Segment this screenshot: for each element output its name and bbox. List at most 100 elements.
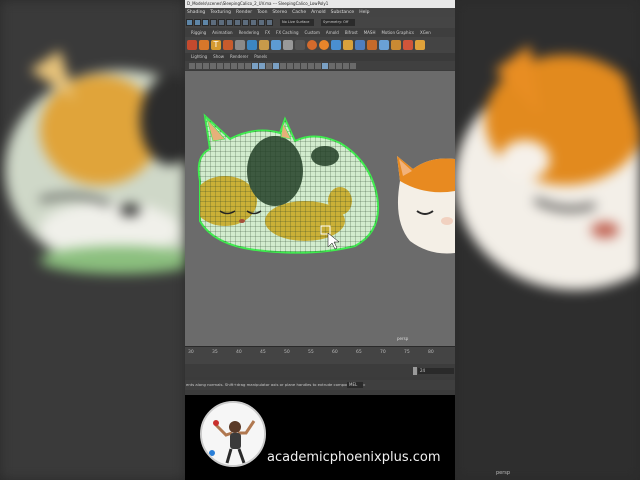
camera-icon[interactable] xyxy=(189,62,195,69)
timeline-label: 65 xyxy=(356,350,362,355)
menu-shading[interactable]: Shading xyxy=(187,8,205,17)
shelf-tab-rendering[interactable]: Rendering xyxy=(239,28,259,37)
isolate-select-icon[interactable] xyxy=(322,62,328,69)
shelf-tab-rigging[interactable]: Rigging xyxy=(191,28,206,37)
xray-icon[interactable] xyxy=(329,62,335,69)
shelf-tab-motion-graphics[interactable]: Motion Graphics xyxy=(381,28,414,37)
tool-curve-icon[interactable] xyxy=(187,40,197,50)
motion-blur-icon[interactable] xyxy=(308,62,314,69)
timeline-label: 80 xyxy=(428,350,434,355)
tool-separator-icon xyxy=(295,40,305,50)
default-material-icon[interactable] xyxy=(266,62,272,69)
panel-menu-lighting[interactable]: Lighting xyxy=(191,53,207,61)
menu-help[interactable]: Help xyxy=(359,8,369,17)
time-slider[interactable]: 30 35 40 45 50 55 60 65 70 75 80 xyxy=(185,346,455,364)
select-mode-icon[interactable] xyxy=(186,19,193,26)
menu-stereo[interactable]: Stereo xyxy=(272,8,287,17)
tool-soccer-icon[interactable] xyxy=(415,40,425,50)
tool-disc-icon[interactable] xyxy=(367,40,377,50)
website-url[interactable]: academicphoenixplus.com xyxy=(267,450,441,465)
gamma-icon[interactable] xyxy=(350,62,356,69)
film-gate-icon[interactable] xyxy=(224,62,230,69)
object-mode-icon[interactable] xyxy=(194,19,201,26)
camera-attr-icon[interactable] xyxy=(196,62,202,69)
symmetry-field[interactable]: Symmetry: Off xyxy=(321,19,355,26)
shelf-tab-animation[interactable]: Animation xyxy=(212,28,232,37)
ipr-render-icon[interactable] xyxy=(258,19,265,26)
panel-menu-panels[interactable]: Panels xyxy=(254,53,267,61)
tool-torus-icon[interactable] xyxy=(319,40,329,50)
menu-texturing[interactable]: Texturing xyxy=(210,8,231,17)
render-settings-icon[interactable] xyxy=(266,19,273,26)
snap-plane-icon[interactable] xyxy=(234,19,241,26)
tool-scatter-icon[interactable] xyxy=(271,40,281,50)
range-slider-handle[interactable] xyxy=(413,367,417,375)
tool-plane-icon[interactable] xyxy=(355,40,365,50)
field-chart-icon[interactable] xyxy=(245,62,251,69)
snap-curve-icon[interactable] xyxy=(218,19,225,26)
tool-arrows-icon[interactable] xyxy=(199,40,209,50)
shelf-tab-arnold[interactable]: Arnold xyxy=(326,28,339,37)
shelf-tab-fx[interactable]: FX xyxy=(265,28,270,37)
wireframe-on-shaded-icon[interactable] xyxy=(273,62,279,69)
xray-joints-icon[interactable] xyxy=(336,62,342,69)
blurred-backdrop-right xyxy=(455,0,640,480)
ambient-occlusion-icon[interactable] xyxy=(301,62,307,69)
shadows-icon[interactable] xyxy=(294,62,300,69)
timeline-label: 40 xyxy=(236,350,242,355)
menu-toon[interactable]: Toon xyxy=(257,8,267,17)
shelf-tab-fx-caching[interactable]: FX Caching xyxy=(276,28,298,37)
live-surface-field[interactable]: No Live Surface xyxy=(280,19,314,26)
tool-transform-icon[interactable] xyxy=(247,40,257,50)
tool-svg-icon[interactable] xyxy=(223,40,233,50)
image-plane-icon[interactable] xyxy=(210,62,216,69)
tool-text-icon[interactable]: T xyxy=(211,40,221,50)
tool-gear-icon[interactable] xyxy=(403,40,413,50)
range-end-field[interactable]: 24 xyxy=(418,368,454,374)
wireframe-icon[interactable] xyxy=(252,62,258,69)
snap-point-icon[interactable] xyxy=(226,19,233,26)
shelf-tab-bifrost[interactable]: Bifrost xyxy=(345,28,358,37)
bookmark-icon[interactable] xyxy=(203,62,209,69)
tool-cube-icon[interactable] xyxy=(331,40,341,50)
menu-substance[interactable]: Substance xyxy=(331,8,355,17)
component-mode-icon[interactable] xyxy=(202,19,209,26)
tool-grid-icon[interactable] xyxy=(235,40,245,50)
use-lights-icon[interactable] xyxy=(287,62,293,69)
tool-cone-icon[interactable] xyxy=(343,40,353,50)
grid-toggle-icon[interactable] xyxy=(217,62,223,69)
3d-viewport[interactable]: persp xyxy=(185,71,455,346)
window-title: D_Models\scenes\SleepingCalico_2_UV.ma -… xyxy=(185,0,455,8)
tool-instancer-icon[interactable] xyxy=(259,40,269,50)
shelf-tab-custom[interactable]: Custom xyxy=(305,28,320,37)
anti-aliasing-icon[interactable] xyxy=(315,62,321,69)
maya-window: D_Models\scenes\SleepingCalico_2_UV.ma -… xyxy=(185,0,455,480)
tool-pipe-icon[interactable] xyxy=(379,40,389,50)
help-line: ents along normals. Shift+drag manipulat… xyxy=(185,380,455,390)
menu-cache[interactable]: Cache xyxy=(292,8,306,17)
timeline-label: 50 xyxy=(284,350,290,355)
exposure-icon[interactable] xyxy=(343,62,349,69)
tool-helix-icon[interactable] xyxy=(391,40,401,50)
tool-particles-icon[interactable] xyxy=(283,40,293,50)
shelf-tab-mash[interactable]: MASH xyxy=(364,28,376,37)
timeline-label: 30 xyxy=(188,350,194,355)
render-view-icon[interactable] xyxy=(242,19,249,26)
mel-command-label[interactable]: MEL xyxy=(347,382,363,388)
menu-arnold[interactable]: Arnold xyxy=(311,8,326,17)
timeline-label: 35 xyxy=(212,350,218,355)
blurred-cat-render-image xyxy=(455,0,640,480)
menu-render[interactable]: Render xyxy=(236,8,252,17)
resolution-gate-icon[interactable] xyxy=(231,62,237,69)
range-slider[interactable]: 24 xyxy=(185,364,455,377)
status-line-toolbar: No Live Surface Symmetry: Off xyxy=(185,17,455,28)
render-frame-icon[interactable] xyxy=(250,19,257,26)
textured-icon[interactable] xyxy=(280,62,286,69)
smooth-shade-icon[interactable] xyxy=(259,62,265,69)
snap-grid-icon[interactable] xyxy=(210,19,217,26)
shelf-tab-xgen[interactable]: XGen xyxy=(420,28,431,37)
gate-mask-icon[interactable] xyxy=(238,62,244,69)
panel-menu-renderer[interactable]: Renderer xyxy=(230,53,248,61)
tool-sphere-icon[interactable] xyxy=(307,40,317,50)
panel-menu-show[interactable]: Show xyxy=(213,53,224,61)
